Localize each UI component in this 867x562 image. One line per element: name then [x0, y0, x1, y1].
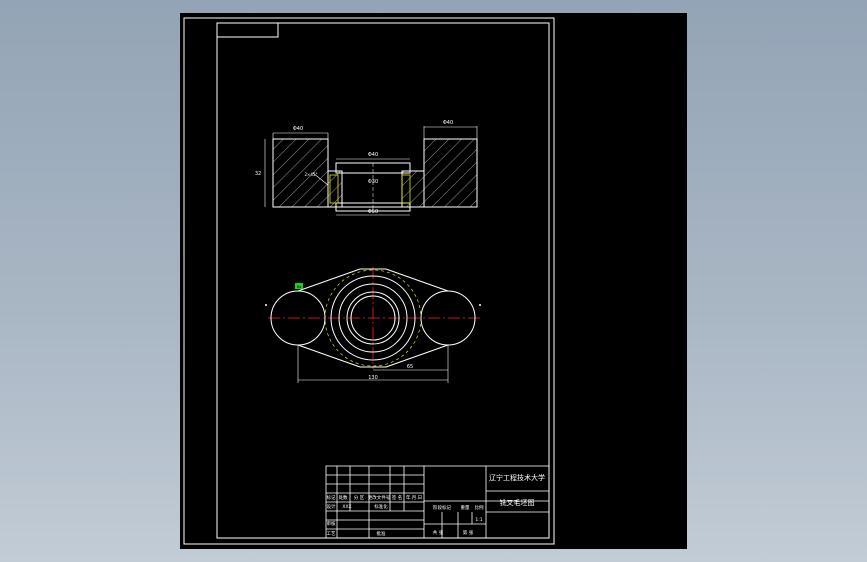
std-label: 标准化 [374, 503, 388, 510]
cad-viewport[interactable]: Φ40 Φ40 Φ40 Φ50 Φ30 32 2×45° 130 65 Ra 辽… [180, 13, 687, 549]
header-change-doc: 更改文件号 [368, 494, 391, 501]
dim-height: 32 [255, 171, 261, 177]
dim-right-width: Φ40 [443, 120, 453, 126]
approve-label: 批准 [377, 530, 386, 537]
header-zone: 分 区 [354, 494, 365, 501]
scale-label: 比例 [475, 504, 484, 511]
bore-middle [341, 172, 403, 204]
dim-bore-top: Φ40 [368, 152, 378, 158]
section-view: Φ40 Φ40 Φ40 Φ50 Φ30 32 2×45° [255, 120, 478, 216]
sheet-outer-border [183, 17, 555, 545]
end-point-right [479, 304, 481, 306]
outline-bottom-left [297, 344, 361, 368]
dim-overall: 130 [368, 375, 378, 381]
dim-half: 65 [407, 364, 413, 370]
design-label: 设计 [327, 503, 336, 510]
outline-top-left [297, 268, 361, 292]
scale-value: 1:1 [475, 517, 482, 523]
outline-top-right [385, 268, 449, 292]
end-point-left [265, 304, 267, 306]
drawing-canvas: Φ40 Φ40 Φ40 Φ50 Φ30 32 2×45° 130 65 Ra 辽… [183, 17, 555, 545]
dim-left-small: 2×45° [305, 172, 318, 177]
weight-label: 重量 [461, 504, 470, 511]
right-flange-section [423, 138, 478, 208]
review-label: 审核 [327, 520, 336, 527]
center-right-wall [401, 170, 425, 208]
plan-view: 130 65 Ra [265, 267, 481, 383]
left-flange-section [272, 138, 329, 208]
drawing-name: 铣叉毛坯图 [500, 498, 535, 507]
drawing-code-box [216, 22, 279, 38]
sheet-total: 共 张 [433, 529, 444, 536]
sheet-inner-border [216, 22, 550, 539]
header-mark: 标记 [327, 494, 336, 501]
stage-label: 阶段标记 [433, 504, 451, 511]
outline-bottom-right [385, 344, 449, 368]
header-date: 年.月.日 [406, 494, 422, 501]
process-label: 工艺 [327, 531, 336, 537]
roughness-mark: Ra [297, 285, 302, 289]
header-count: 处数 [339, 494, 348, 501]
design-value: XXX [342, 504, 351, 510]
dim-bore-bottom: Φ50 [368, 209, 378, 215]
sheet-index: 第 张 [463, 529, 474, 536]
header-signature: 签 名 [392, 494, 402, 501]
dim-left-width: Φ40 [293, 126, 303, 132]
school-name: 辽宁工程技术大学 [489, 473, 545, 482]
dim-hole: Φ30 [368, 179, 378, 185]
